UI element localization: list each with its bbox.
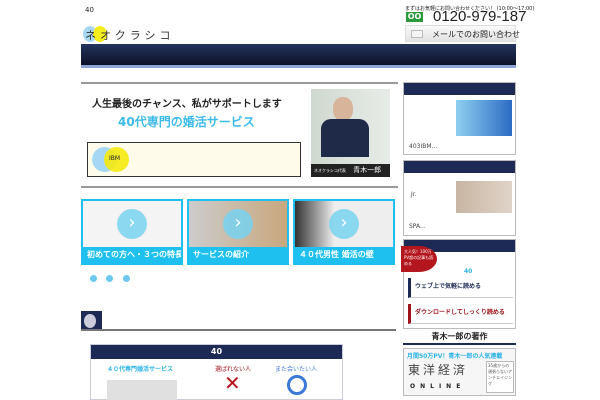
tile-40s-men[interactable]: › ４０代男性 婚活の壁 [293,199,395,265]
cross-icon: ✕ [224,371,241,395]
ceo-photo: ネオクラシコ代表 青木一郎 [311,89,390,177]
hero-subtitle: 40代専門の婚活サービス [118,115,255,129]
mail-icon [411,30,423,38]
divider [403,343,516,345]
free-dial-icon: OO [406,12,423,22]
divider [81,186,398,188]
mail-contact-button[interactable]: メールでのお問い合わせ [405,25,520,42]
sidebar-box-book[interactable]: 403IBM... [403,82,516,155]
chevron-right-icon: › [329,209,359,239]
phone-number[interactable]: 0120-979-187 [433,8,526,25]
chevron-right-icon: › [223,209,253,239]
divider [81,82,398,84]
books-heading: 青木一郎の著作 [431,332,488,341]
divider [81,329,396,331]
slider-dot[interactable] [90,275,97,282]
sidebar-box-articles: 大人気！100万PV超の記事も読める 40 ウェブ上で気軽に読める ダウンロード… [401,239,516,329]
hero-headline: 人生最後のチャンス、私がサポートします [92,99,282,110]
download-link[interactable]: ダウンロードしてしっくり読める [408,304,513,324]
serial-banner[interactable]: 月間50万PV！青木一郎の人気連載 東洋経済 ONLINE 35歳からの頑張らな… [403,348,516,396]
slider-dot[interactable] [106,275,113,282]
read-online-link[interactable]: ウェブ上で気軽に読める [408,278,513,298]
book-image [456,100,512,136]
section-icon [81,311,102,331]
interview-photo [456,181,512,213]
circle-icon [287,375,307,395]
tile-services[interactable]: › サービスの紹介 [187,199,289,265]
tagline: 40 [85,6,94,14]
compare-table: 40 ４０代専門婚活サービス 選ばれない人 また会いたい人 ✕ [90,344,343,400]
logo[interactable]: ネオクラシコ [83,26,171,42]
hero-badge-box: IBM [87,142,301,177]
tile-features[interactable]: › 初めての方へ・３つの特長 [81,199,183,265]
global-nav[interactable] [81,44,516,68]
slider-dot[interactable] [123,275,130,282]
sidebar-box-interview[interactable]: Jr. SPA... [403,160,516,236]
chevron-right-icon: › [117,209,147,239]
